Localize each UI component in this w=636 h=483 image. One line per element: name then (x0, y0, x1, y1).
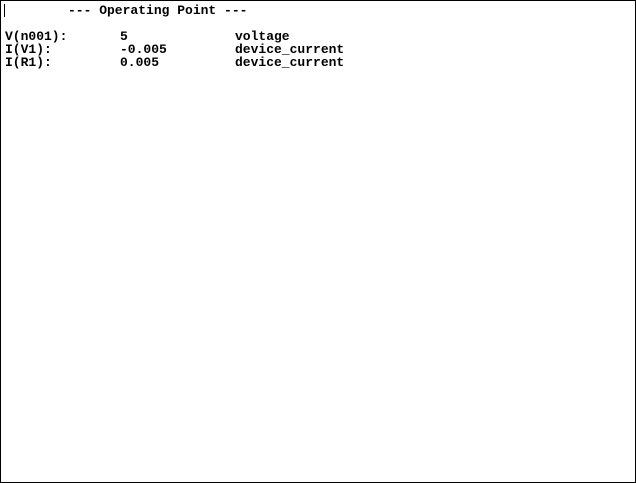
result-type: device_current (235, 55, 345, 70)
operating-point-header: --- Operating Point --- (68, 3, 248, 18)
result-row: I(R1): 0.005 device_current (5, 56, 605, 69)
output-log-panel[interactable]: --- Operating Point --- V(n001): 5 volta… (0, 0, 636, 483)
text-cursor (4, 4, 5, 17)
result-name: I(R1): (5, 55, 52, 70)
result-value: 0.005 (120, 55, 160, 70)
